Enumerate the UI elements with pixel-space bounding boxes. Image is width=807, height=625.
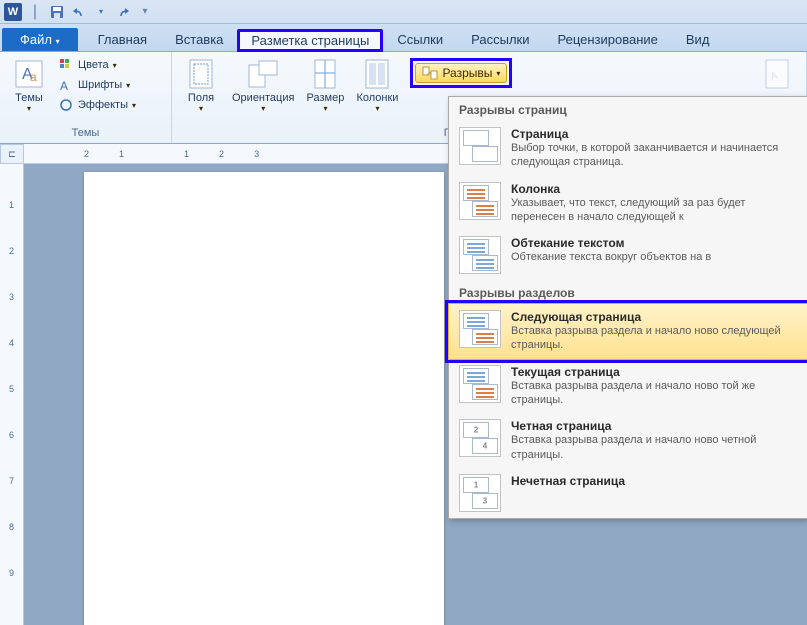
tab-page-layout[interactable]: Разметка страницы	[237, 29, 383, 52]
column-break-icon	[459, 182, 501, 220]
dd-section-pages: Разрывы страниц	[449, 97, 807, 121]
watermark-button[interactable]: A	[754, 56, 800, 94]
watermark-icon: A	[761, 58, 793, 90]
dd-item-next-page[interactable]: Следующая страница Вставка разрыва разде…	[448, 303, 807, 360]
breaks-label: Разрывы	[442, 66, 492, 80]
dd-desc: Вставка разрыва раздела и начало ново че…	[511, 433, 797, 462]
dd-item-page[interactable]: Страница Выбор точки, в которой заканчив…	[449, 121, 807, 176]
tab-insert[interactable]: Вставка	[161, 28, 237, 51]
margins-label: Поля	[188, 92, 214, 104]
group-themes: Aa Темы ▾ Цвета ▾ A Шрифты ▾ Эффекты ▾	[0, 52, 172, 143]
save-icon[interactable]	[48, 3, 66, 21]
dd-item-odd-page[interactable]: 13 Нечетная страница	[449, 468, 807, 518]
colors-button[interactable]: Цвета ▾	[56, 56, 138, 74]
dd-desc: Выбор точки, в которой заканчивается и н…	[511, 141, 797, 170]
document-page[interactable]	[84, 172, 444, 625]
qat-sep-icon: |	[26, 3, 44, 21]
dd-desc: Указывает, что текст, следующий за раз б…	[511, 196, 797, 225]
dd-title: Нечетная страница	[511, 474, 797, 488]
tab-review[interactable]: Рецензирование	[544, 28, 672, 51]
dd-title: Четная страница	[511, 419, 797, 433]
columns-button[interactable]: Колонки▾	[352, 56, 402, 115]
orientation-label: Ориентация	[232, 92, 294, 104]
word-logo-icon: W	[4, 3, 22, 21]
columns-label: Колонки	[356, 92, 398, 104]
breaks-button[interactable]: Разрывы ▾	[415, 63, 507, 83]
size-button[interactable]: Размер▾	[302, 56, 348, 115]
size-icon	[309, 58, 341, 90]
dd-section-sections: Разрывы разделов	[449, 280, 807, 304]
dd-desc: Вставка разрыва раздела и начало ново сл…	[511, 324, 797, 353]
dd-title: Страница	[511, 127, 797, 141]
margins-icon	[185, 58, 217, 90]
colors-icon	[58, 57, 74, 73]
odd-page-section-icon: 13	[459, 474, 501, 512]
tab-mailings[interactable]: Рассылки	[457, 28, 543, 51]
tab-view[interactable]: Вид	[672, 28, 724, 51]
dd-item-column[interactable]: Колонка Указывает, что текст, следующий …	[449, 176, 807, 231]
file-tab-label: Файл	[20, 32, 52, 47]
breaks-dropdown: Разрывы страниц Страница Выбор точки, в …	[448, 96, 807, 519]
dd-title: Обтекание текстом	[511, 236, 797, 250]
orientation-button[interactable]: Ориентация▾	[228, 56, 298, 115]
svg-text:A: A	[60, 79, 68, 92]
file-tab[interactable]: Файл ▾	[2, 28, 78, 51]
fonts-icon: A	[58, 77, 74, 93]
fonts-label: Шрифты	[78, 79, 122, 91]
page-break-icon	[459, 127, 501, 165]
next-page-section-icon	[459, 310, 501, 348]
columns-icon	[361, 58, 393, 90]
effects-button[interactable]: Эффекты ▾	[56, 96, 138, 114]
qat-customize-icon[interactable]: ▾	[136, 3, 154, 21]
dd-item-even-page[interactable]: 24 Четная страница Вставка разрыва разде…	[449, 413, 807, 468]
group-themes-label: Темы	[6, 127, 165, 139]
themes-label: Темы	[15, 92, 43, 104]
textwrap-break-icon	[459, 236, 501, 274]
orientation-icon	[247, 58, 279, 90]
dd-title: Текущая страница	[511, 365, 797, 379]
redo-icon[interactable]	[114, 3, 132, 21]
vertical-ruler[interactable]: 1 2 3 4 5 6 7 8 9	[0, 164, 24, 625]
svg-text:a: a	[30, 70, 37, 84]
dd-item-continuous[interactable]: Текущая страница Вставка разрыва раздела…	[449, 359, 807, 414]
dd-title: Следующая страница	[511, 310, 797, 324]
chevron-down-icon: ▾	[27, 104, 31, 113]
dd-desc: Обтекание текста вокруг объектов на в	[511, 250, 797, 264]
title-bar: W | ▾ ▾	[0, 0, 807, 24]
fonts-button[interactable]: A Шрифты ▾	[56, 76, 138, 94]
dd-desc: Вставка разрыва раздела и начало ново то…	[511, 379, 797, 408]
dd-item-textwrap[interactable]: Обтекание текстом Обтекание текста вокру…	[449, 230, 807, 280]
margins-button[interactable]: Поля▾	[178, 56, 224, 115]
effects-icon	[58, 97, 74, 113]
undo-icon[interactable]	[70, 3, 88, 21]
tab-references[interactable]: Ссылки	[383, 28, 457, 51]
themes-button[interactable]: Aa Темы ▾	[6, 56, 52, 115]
even-page-section-icon: 24	[459, 419, 501, 457]
breaks-highlight: Разрывы ▾	[410, 58, 512, 88]
chevron-down-icon: ▾	[496, 69, 500, 78]
tab-home[interactable]: Главная	[84, 28, 161, 51]
continuous-section-icon	[459, 365, 501, 403]
undo-drop-icon[interactable]: ▾	[92, 3, 110, 21]
size-label: Размер	[307, 92, 345, 104]
breaks-icon	[422, 66, 438, 80]
ribbon-tabs: Файл ▾ Главная Вставка Разметка страницы…	[0, 24, 807, 52]
colors-label: Цвета	[78, 59, 109, 71]
effects-label: Эффекты	[78, 99, 128, 111]
themes-icon: Aa	[13, 58, 45, 90]
dd-title: Колонка	[511, 182, 797, 196]
